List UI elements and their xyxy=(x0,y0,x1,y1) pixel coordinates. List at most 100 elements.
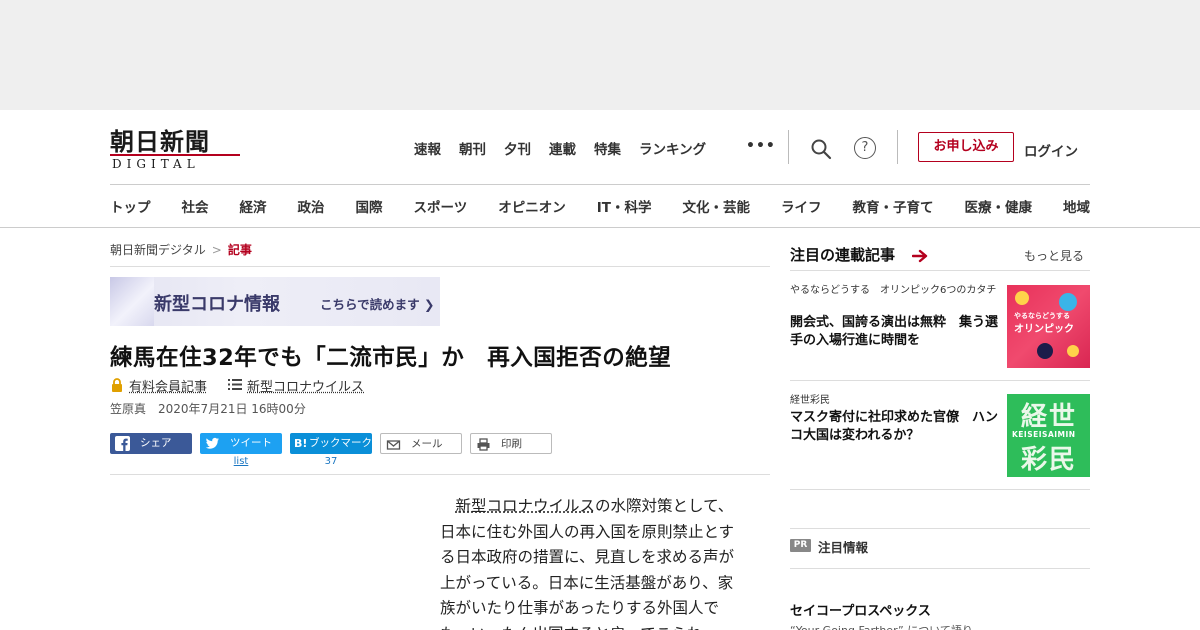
corona-banner-link: こちらで読めます ❯ xyxy=(320,294,434,313)
mail-icon xyxy=(386,437,401,452)
breadcrumb-separator: > xyxy=(212,243,222,257)
cat-education[interactable]: 教育・子育て xyxy=(852,196,933,216)
logo-underline xyxy=(110,154,240,156)
cat-health[interactable]: 医療・健康 xyxy=(964,196,1032,216)
print-label: 印刷 xyxy=(501,434,522,455)
printer-icon xyxy=(476,437,491,452)
nav-ranking[interactable]: ランキング xyxy=(639,138,706,158)
subscribe-button[interactable]: お申し込み xyxy=(918,132,1014,162)
pr-snippet[interactable]: “Your Going Farther” について語り xyxy=(790,622,1090,630)
thumbnail-text: 彩民 xyxy=(1021,439,1077,476)
mail-share-label: メール xyxy=(411,434,443,455)
series-article-title[interactable]: マスク寄付に社印求めた官僚 ハンコ大国は変われるか？ xyxy=(790,409,1002,445)
cat-sports[interactable]: スポーツ xyxy=(414,196,468,216)
help-icon[interactable]: ? xyxy=(854,137,876,159)
sidebar-divider xyxy=(790,270,1090,271)
nav-divider xyxy=(110,184,1090,185)
list-icon xyxy=(228,378,242,391)
series-tag[interactable]: やるならどうする オリンピック6つのカタチ xyxy=(790,284,1002,297)
corona-banner-link-label: こちらで読めます xyxy=(320,297,420,312)
decoration-dot xyxy=(1015,291,1029,305)
sidebar-divider xyxy=(790,568,1090,569)
cat-it-science[interactable]: IT・科学 xyxy=(597,196,652,216)
banner-decoration xyxy=(110,277,154,326)
sidebar-divider xyxy=(790,489,1090,490)
twitter-share-button[interactable]: ツイート xyxy=(200,433,282,454)
topic-link[interactable]: 新型コロナウイルス xyxy=(247,376,364,395)
sidebar-divider xyxy=(790,380,1090,381)
nav-evening[interactable]: 夕刊 xyxy=(504,138,531,158)
facebook-icon xyxy=(115,436,130,451)
cat-international[interactable]: 国際 xyxy=(356,196,383,216)
author-name[interactable]: 笠原真 xyxy=(110,402,146,416)
header-divider xyxy=(788,130,789,164)
publish-date: 2020年7月21日 16時00分 xyxy=(158,402,306,416)
body-keyword-link[interactable]: 新型コロナウイルス xyxy=(456,497,596,515)
ad-banner xyxy=(0,0,1200,110)
hatena-bookmark-label: ブックマーク xyxy=(309,433,372,454)
share-divider xyxy=(110,474,770,475)
thumbnail-text: KEISEISAIMIN xyxy=(1012,430,1076,439)
decoration-dot xyxy=(1067,345,1079,357)
sidebar-divider xyxy=(790,528,1090,529)
nav-features[interactable]: 特集 xyxy=(594,138,621,158)
breadcrumb-root[interactable]: 朝日新聞デジタル xyxy=(110,243,206,257)
series-tag[interactable]: 経世彩民 xyxy=(790,394,1002,407)
series-thumbnail[interactable]: やるならどうする オリンピック xyxy=(1007,285,1090,368)
sidebar-title[interactable]: 注目の連載記事 xyxy=(790,244,895,265)
nav-morning[interactable]: 朝刊 xyxy=(459,138,486,158)
hatena-bookmark-button[interactable]: B! ブックマーク xyxy=(290,433,372,454)
facebook-share-label: シェア xyxy=(140,433,172,454)
breadcrumb: 朝日新聞デジタル > 記事 xyxy=(110,241,252,258)
logo-sub-text: DIGITAL xyxy=(112,157,200,171)
thumbnail-text: オリンピック xyxy=(1014,320,1074,335)
series-article-title[interactable]: 開会式、国誇る演出は無粋 集う選手の入場行進に時間を xyxy=(790,314,1002,350)
corona-info-banner[interactable]: 新型コロナ情報 こちらで読めます ❯ xyxy=(110,277,440,326)
cat-culture[interactable]: 文化・芸能 xyxy=(682,196,750,216)
cat-region[interactable]: 地域 xyxy=(1063,196,1090,216)
byline: 笠原真 2020年7月21日 16時00分 xyxy=(110,400,306,417)
sidebar-more-link[interactable]: もっと見る xyxy=(1024,247,1084,264)
login-link[interactable]: ログイン xyxy=(1024,140,1078,160)
breadcrumb-divider xyxy=(110,266,770,267)
pr-badge: PR xyxy=(790,539,811,552)
breadcrumb-current: 記事 xyxy=(228,243,252,257)
nav-series[interactable]: 連載 xyxy=(549,138,576,158)
arrow-right-icon[interactable] xyxy=(912,249,928,263)
facebook-share-button[interactable]: シェア xyxy=(110,433,192,454)
site-header: 朝日新聞 DIGITAL 速報 朝刊 夕刊 連載 特集 ランキング ••• ? … xyxy=(0,110,1200,228)
corona-banner-title: 新型コロナ情報 xyxy=(154,290,280,316)
hatena-bookmark-icon: B! xyxy=(294,433,307,454)
thumbnail-text: 経世 xyxy=(1021,396,1077,433)
cat-life[interactable]: ライフ xyxy=(781,196,822,216)
chevron-right-icon: ❯ xyxy=(420,297,435,312)
header-divider xyxy=(897,130,898,164)
mail-share-button[interactable]: メール xyxy=(380,433,462,454)
article-body: 新型コロナウイルスの水際対策として、日本に住む外国人の再入国を原則禁止とする日本… xyxy=(440,494,746,630)
cat-society[interactable]: 社会 xyxy=(182,196,209,216)
lock-icon xyxy=(110,378,124,392)
category-nav: トップ 社会 経済 政治 国際 スポーツ オピニオン IT・科学 文化・芸能 ラ… xyxy=(110,196,1090,216)
logo-main-text: 朝日新聞 xyxy=(110,122,210,157)
hatena-bookmark-count[interactable]: 37 xyxy=(290,456,372,467)
cat-top[interactable]: トップ xyxy=(110,196,151,216)
twitter-bird-icon xyxy=(205,436,220,451)
twitter-count-link[interactable]: list xyxy=(200,456,282,467)
twitter-share-label: ツイート xyxy=(230,433,272,454)
decoration-dot xyxy=(1059,293,1077,311)
top-nav: 速報 朝刊 夕刊 連載 特集 ランキング xyxy=(414,138,706,158)
series-thumbnail[interactable]: 経世 KEISEISAIMIN 彩民 xyxy=(1007,394,1090,477)
cat-opinion[interactable]: オピニオン xyxy=(498,196,566,216)
pr-section-title: 注目情報 xyxy=(818,537,868,556)
member-article-label[interactable]: 有料会員記事 xyxy=(129,376,207,395)
decoration-dot xyxy=(1037,343,1053,359)
article-body-text: の水際対策として、日本に住む外国人の再入国を原則禁止とする日本政府の措置に、見直… xyxy=(440,497,734,630)
search-icon[interactable] xyxy=(810,138,832,160)
nav-flash-news[interactable]: 速報 xyxy=(414,138,441,158)
cat-economy[interactable]: 経済 xyxy=(240,196,267,216)
site-logo[interactable]: 朝日新聞 DIGITAL xyxy=(110,122,242,172)
pr-sponsor[interactable]: セイコープロスペックス xyxy=(790,600,931,619)
print-button[interactable]: 印刷 xyxy=(470,433,552,454)
more-icon[interactable]: ••• xyxy=(746,138,776,154)
cat-politics[interactable]: 政治 xyxy=(298,196,325,216)
